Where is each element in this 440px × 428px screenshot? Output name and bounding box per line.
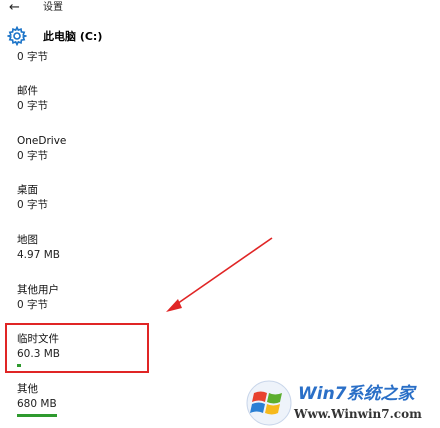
watermark-brand: Win7系统之家 <box>298 384 415 404</box>
watermark-url: Www.Winwin7.com <box>294 407 422 421</box>
annotation-arrow <box>166 237 273 312</box>
watermark: Win7系统之家 Www.Winwin7.com <box>244 377 440 428</box>
windows-logo-icon <box>246 380 292 426</box>
